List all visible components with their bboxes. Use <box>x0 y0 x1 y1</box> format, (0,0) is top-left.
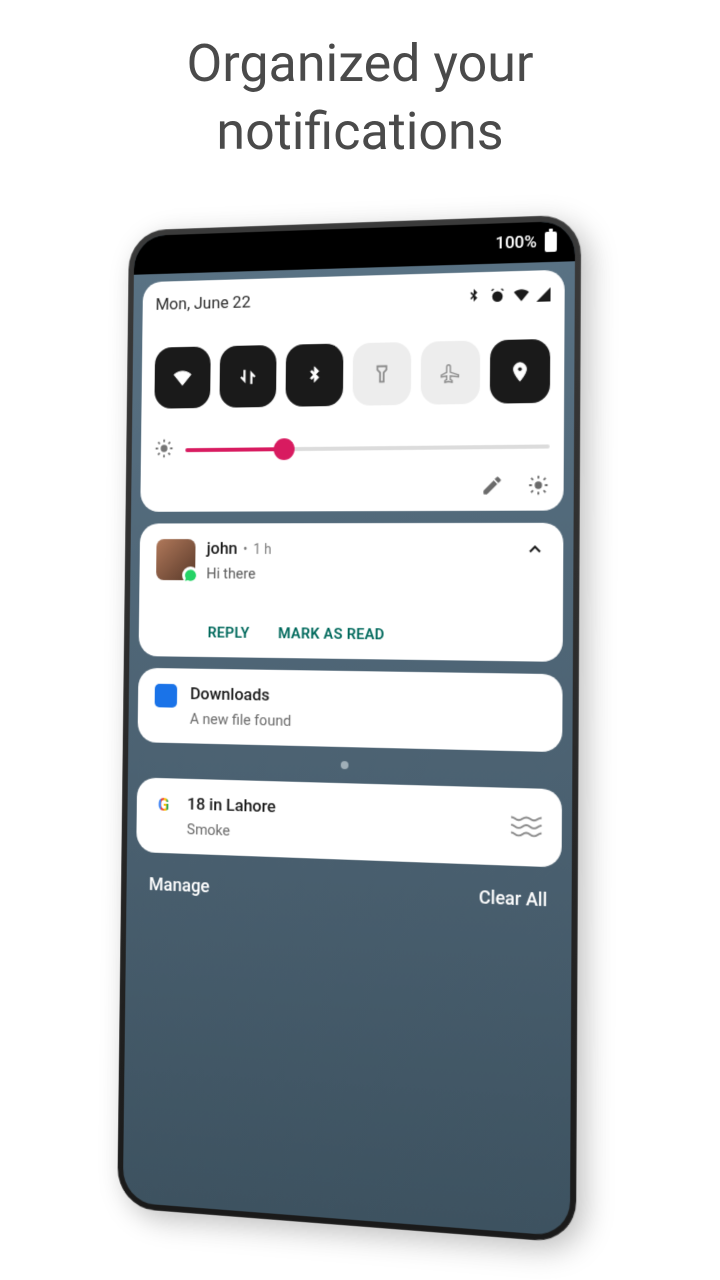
qs-date: Mon, June 22 <box>155 293 250 315</box>
signal-status-icon <box>536 287 550 302</box>
downloads-notification-card[interactable]: Downloads A new file found <box>138 668 563 752</box>
phone-mock: 100% Mon, June 22 <box>110 220 610 1280</box>
alarm-status-icon <box>488 286 506 305</box>
brightness-icon <box>154 438 175 464</box>
airplane-toggle[interactable] <box>421 340 481 404</box>
airplane-icon <box>439 361 461 383</box>
reply-button[interactable]: REPLY <box>208 624 250 642</box>
brightness-slider[interactable] <box>185 444 549 452</box>
shade-footer: Manage Clear All <box>126 858 571 929</box>
mark-read-button[interactable]: MARK AS READ <box>278 624 385 643</box>
bluetooth-status-icon <box>465 287 483 306</box>
brightness-fill <box>185 447 284 452</box>
gear-icon <box>527 474 549 496</box>
download-app-icon <box>155 684 178 708</box>
download-title: Downloads <box>190 684 292 706</box>
notif-separator: • <box>243 542 248 558</box>
location-toggle[interactable] <box>490 339 550 404</box>
quick-settings-panel: Mon, June 22 <box>140 270 565 512</box>
notif-body: Hi there <box>206 565 545 584</box>
status-bar: 100% <box>134 221 575 275</box>
weather-title: 18 in Lahore <box>187 795 276 818</box>
wifi-status-icon <box>512 286 530 305</box>
headline: Organized your notifications <box>0 0 720 175</box>
data-icon <box>237 365 258 387</box>
download-subtitle: A new file found <box>190 710 292 730</box>
data-toggle[interactable] <box>219 345 276 408</box>
weather-subtitle: Smoke <box>187 820 276 841</box>
weather-notification-card[interactable]: G 18 in Lahore Smoke <box>136 777 562 867</box>
flashlight-icon <box>371 363 393 385</box>
notif-time: 1 h <box>253 542 271 558</box>
bluetooth-icon <box>304 364 325 386</box>
qs-footer <box>153 474 549 502</box>
wifi-toggle[interactable] <box>154 346 210 408</box>
chevron-up-icon <box>525 539 545 559</box>
battery-percent-label: 100% <box>495 232 537 253</box>
flashlight-toggle[interactable] <box>353 342 412 406</box>
download-icon <box>159 689 172 703</box>
google-app-icon: G <box>153 794 174 816</box>
wifi-icon <box>172 367 193 389</box>
clear-all-button[interactable]: Clear All <box>479 887 547 911</box>
qs-status-icons <box>465 285 551 305</box>
avatar <box>156 539 195 580</box>
phone-frame: 100% Mon, June 22 <box>117 214 581 1243</box>
phone-screen: 100% Mon, June 22 <box>123 221 575 1237</box>
message-notification-card[interactable]: john • 1 h Hi there REPLY MARK AS READ <box>139 523 564 662</box>
smoke-icon <box>509 809 544 845</box>
notif-sender: john <box>207 539 238 559</box>
brightness-row <box>154 433 550 463</box>
whatsapp-badge-icon <box>182 566 199 584</box>
qs-header: Mon, June 22 <box>155 284 550 314</box>
page-indicator-dot <box>341 761 349 769</box>
battery-icon <box>545 231 557 252</box>
collapse-button[interactable] <box>525 539 545 563</box>
notif-actions: REPLY MARK AS READ <box>155 623 544 645</box>
qs-toggles-row <box>154 339 550 409</box>
location-icon <box>509 360 531 383</box>
manage-button[interactable]: Manage <box>149 874 210 897</box>
settings-button[interactable] <box>527 474 549 501</box>
brightness-thumb[interactable] <box>274 438 295 460</box>
pencil-icon <box>481 474 503 496</box>
edit-button[interactable] <box>481 474 503 500</box>
bluetooth-toggle[interactable] <box>285 343 343 406</box>
